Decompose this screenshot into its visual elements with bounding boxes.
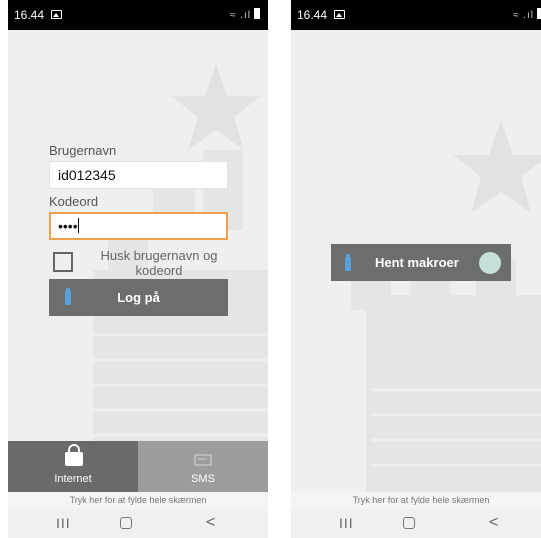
fetch-macros-button[interactable]: Hent makroer bbox=[331, 244, 511, 281]
login-button[interactable]: Log på bbox=[49, 279, 228, 316]
login-button-label: Log på bbox=[117, 290, 160, 305]
status-indicator-icon bbox=[479, 252, 501, 274]
tab-sms[interactable]: SMS bbox=[138, 441, 268, 492]
password-value: •••• bbox=[58, 218, 78, 234]
remember-checkbox[interactable] bbox=[53, 252, 73, 272]
status-time: 16.44 bbox=[14, 8, 45, 22]
status-time: 16.44 bbox=[297, 8, 328, 22]
macro-screen: 16.44 ≈ .ıl Hent makroer Tryk her for at… bbox=[291, 0, 541, 538]
status-bar: 16.44 ≈ .ıl bbox=[8, 0, 268, 30]
signal-icons: ≈ .ıl bbox=[230, 8, 260, 21]
home-button[interactable] bbox=[120, 517, 132, 529]
battery-icon bbox=[254, 8, 260, 19]
fetch-macros-label: Hent makroer bbox=[375, 255, 459, 270]
status-bar: 16.44 ≈ .ıl bbox=[291, 0, 541, 30]
back-button[interactable]: < bbox=[206, 515, 215, 531]
fullscreen-hint[interactable]: Tryk her for at fylde hele skærmen bbox=[8, 492, 268, 509]
username-label: Brugernavn bbox=[49, 143, 117, 158]
image-notification-icon bbox=[51, 10, 62, 19]
lock-icon bbox=[65, 444, 83, 466]
nav-bar: III < bbox=[291, 509, 541, 538]
tab-bar: Internet SMS bbox=[8, 441, 268, 492]
recent-apps-button[interactable]: III bbox=[339, 515, 354, 531]
nav-bar: III < bbox=[8, 509, 268, 538]
image-notification-icon bbox=[334, 10, 345, 19]
sms-icon bbox=[194, 454, 212, 466]
battery-icon bbox=[537, 8, 541, 19]
password-field[interactable]: •••• bbox=[49, 212, 228, 240]
recent-apps-button[interactable]: III bbox=[56, 515, 71, 531]
remember-label[interactable]: Husk brugernavn og kodeord bbox=[84, 248, 234, 278]
tab-sms-label: SMS bbox=[191, 473, 215, 485]
tab-internet[interactable]: Internet bbox=[8, 441, 138, 492]
app-canvas: Hent makroer bbox=[291, 30, 541, 492]
app-canvas: Brugernavn id012345 Kodeord •••• Husk br… bbox=[8, 30, 268, 492]
fullscreen-hint[interactable]: Tryk her for at fylde hele skærmen bbox=[291, 492, 541, 509]
bottle-icon bbox=[345, 254, 351, 271]
back-button[interactable]: < bbox=[489, 515, 498, 531]
password-label: Kodeord bbox=[49, 194, 99, 209]
home-button[interactable] bbox=[403, 517, 415, 529]
tab-internet-label: Internet bbox=[54, 473, 92, 485]
signal-icons: ≈ .ıl bbox=[513, 8, 541, 21]
login-screen: 16.44 ≈ .ıl Brugernavn id012345 Kodeord bbox=[8, 0, 268, 538]
username-field[interactable]: id012345 bbox=[49, 161, 228, 189]
